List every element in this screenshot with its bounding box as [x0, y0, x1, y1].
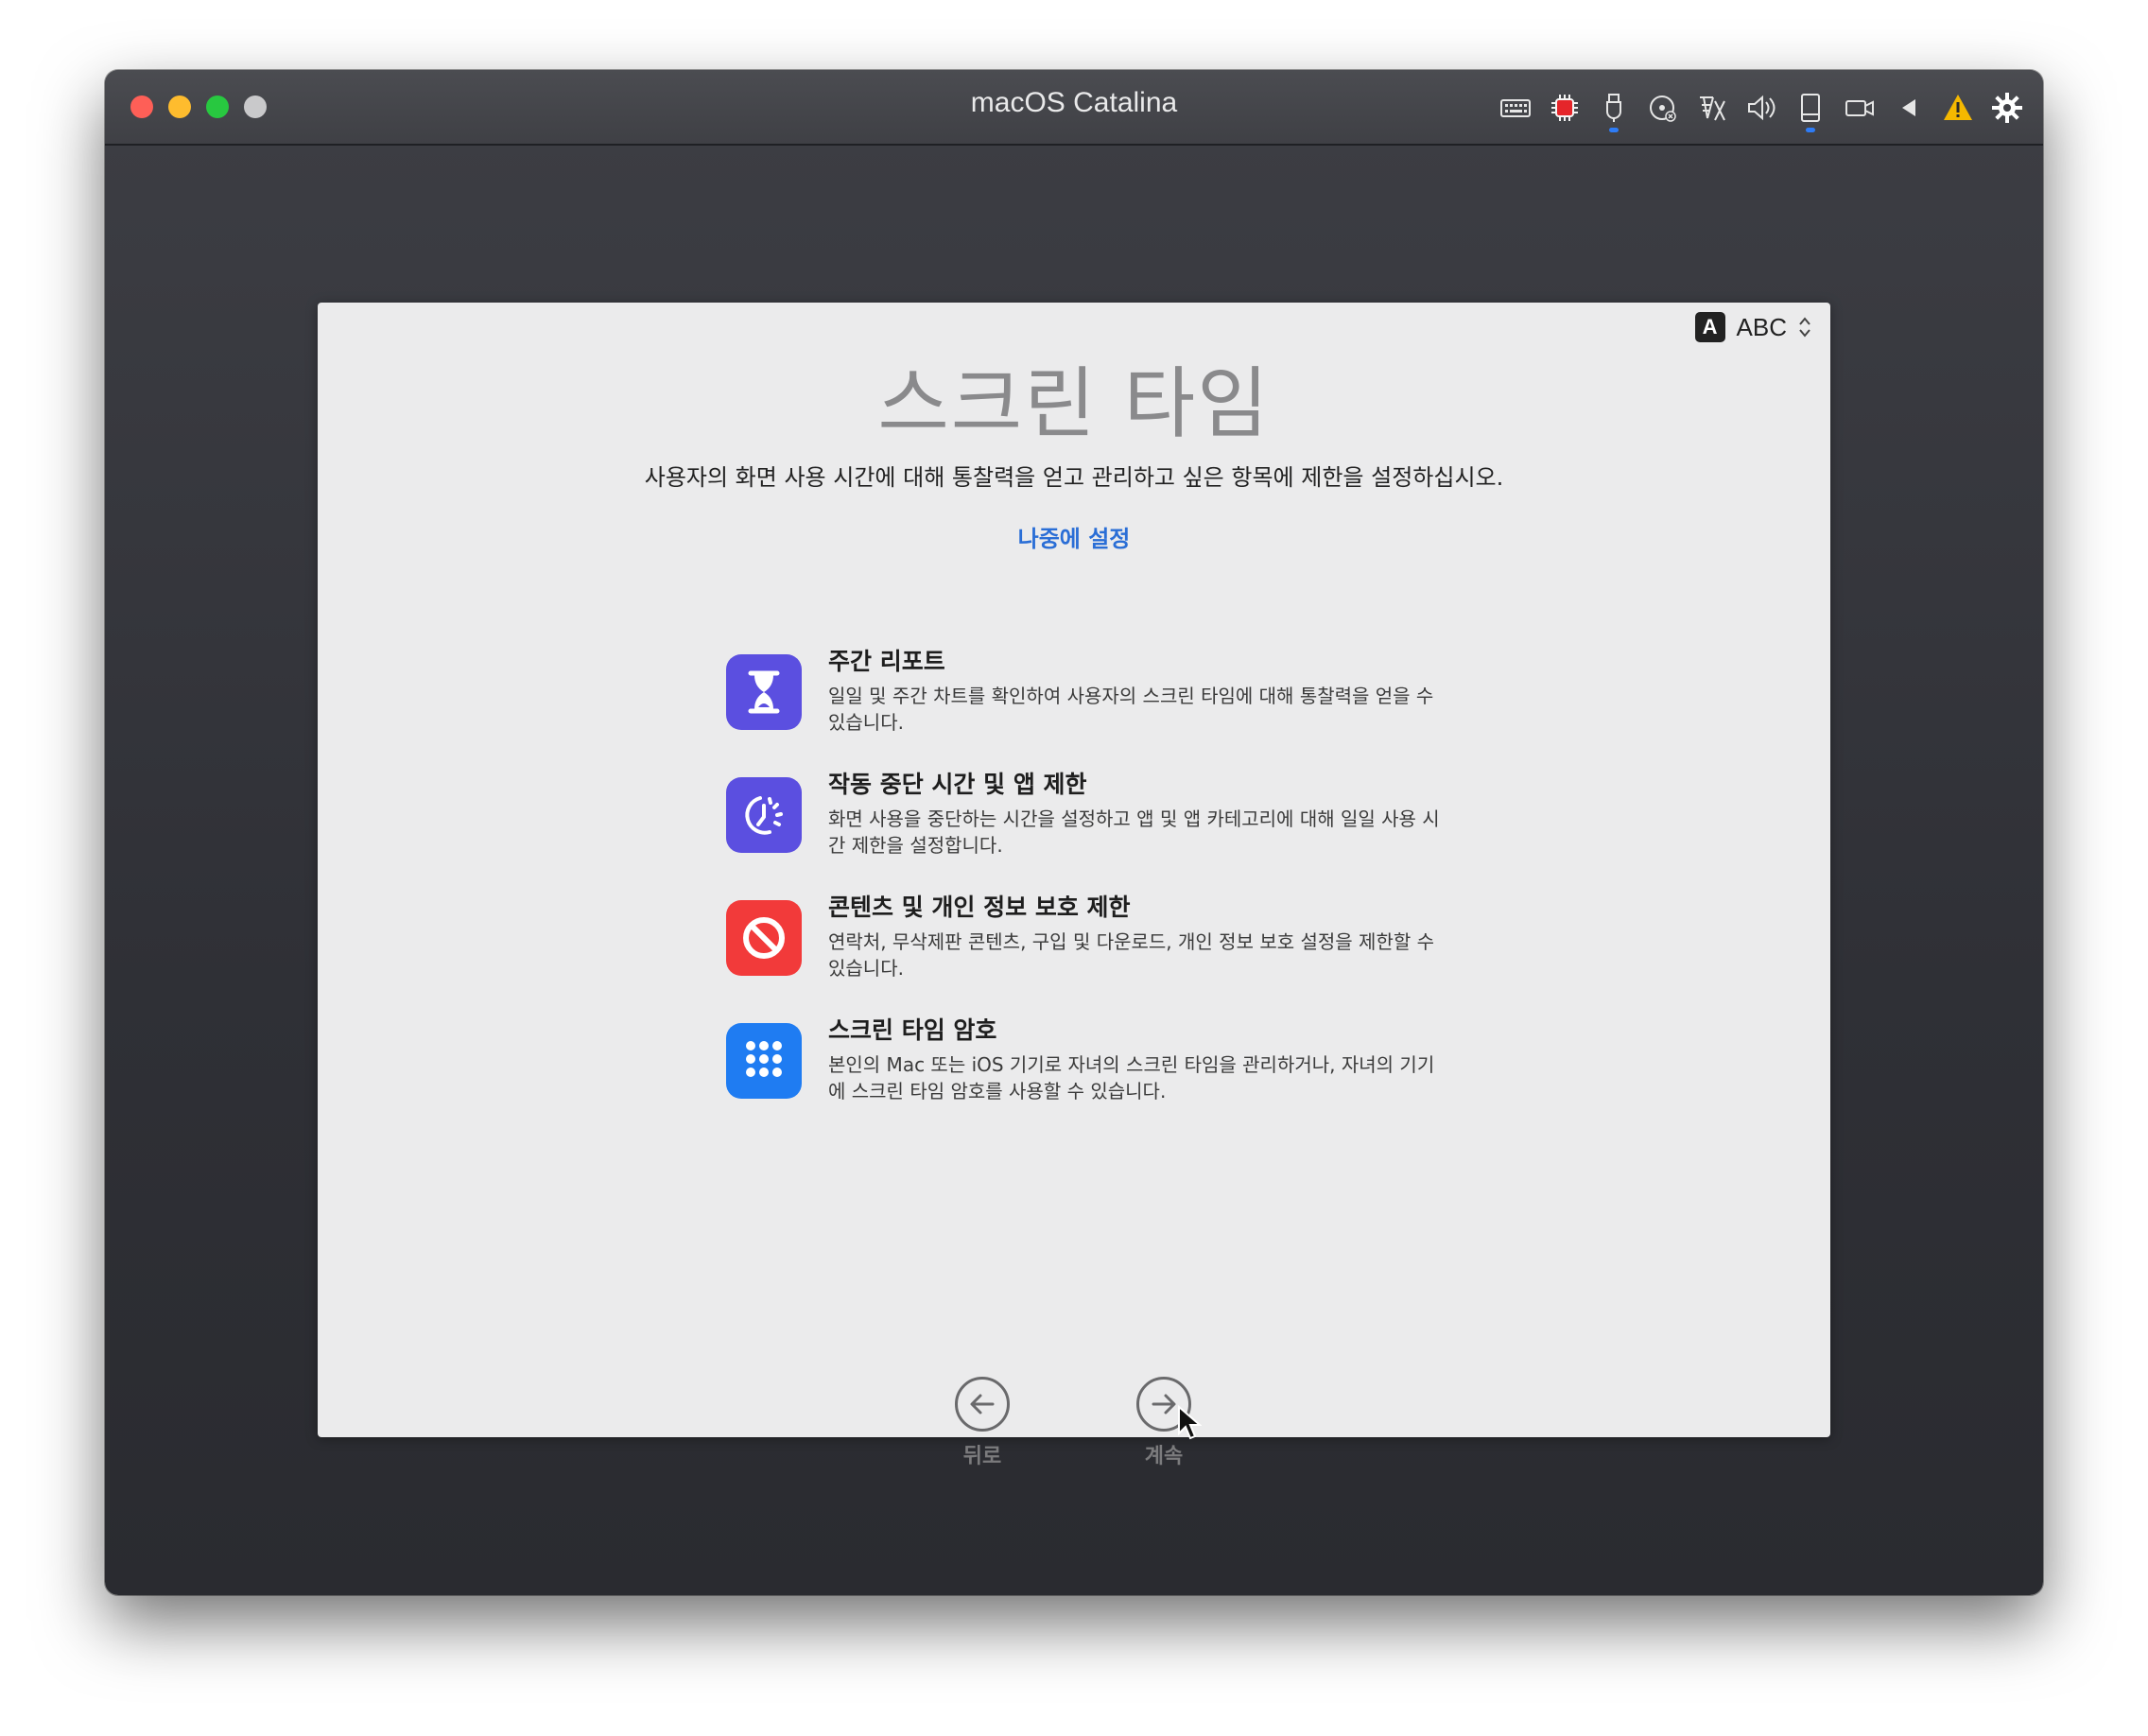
- feature-description: 일일 및 주간 차트를 확인하여 사용자의 스크린 타임에 대해 통찰력을 얻을…: [828, 685, 1434, 734]
- keyboard-icon[interactable]: [1498, 89, 1533, 127]
- volume-icon[interactable]: [1744, 89, 1778, 127]
- network-icon[interactable]: [1695, 89, 1729, 127]
- input-source-menu[interactable]: A ABC: [1694, 312, 1811, 342]
- screen-time-setup-panel: A ABC 스크린 타임 사용자의 화면 사용 시간에 대해 통찰력을 얻고 관…: [318, 303, 1830, 1468]
- feature-content-privacy: 콘텐츠 및 개인 정보 보호 제한 연락처, 무삭제판 콘텐츠, 구입 및 다운…: [724, 889, 1443, 1012]
- downtime-icon: [726, 777, 802, 853]
- cpu-icon[interactable]: [1548, 89, 1582, 127]
- feature-downtime-app-limits: 작동 중단 시간 및 앱 제한 화면 사용을 중단하는 시간을 설정하고 앱 및…: [724, 766, 1443, 889]
- back-circle: [955, 1377, 1010, 1432]
- arrow-left-icon: [970, 1394, 995, 1415]
- storage-active-indicator: [1806, 128, 1815, 132]
- back-arrow-icon[interactable]: [1892, 89, 1926, 127]
- feature-title: 콘텐츠 및 개인 정보 보호 제한: [828, 894, 1131, 921]
- page-subtitle: 사용자의 화면 사용 시간에 대해 통찰력을 얻고 관리하고 싶은 항목에 제한…: [644, 464, 1504, 491]
- vm-window: macOS Catalina A ABC 스크린 타임 사용자의 화면 사용 시…: [105, 70, 2043, 1595]
- back-button[interactable]: 뒤로: [940, 1377, 1025, 1469]
- warning-icon[interactable]: [1941, 89, 1975, 127]
- feature-weekly-report: 주간 리포트 일일 및 주간 차트를 확인하여 사용자의 스크린 타임에 대해 …: [724, 643, 1443, 766]
- feature-title: 주간 리포트: [828, 648, 945, 675]
- input-source-badge: A: [1694, 312, 1725, 342]
- vm-toolbar: [1498, 87, 2024, 132]
- feature-title: 작동 중단 시간 및 앱 제한: [828, 771, 1087, 798]
- usb-active-indicator: [1609, 128, 1619, 132]
- chevron-updown-icon: [1799, 317, 1810, 338]
- restriction-icon: [726, 900, 802, 976]
- input-source-label: ABC: [1736, 312, 1787, 341]
- arrow-right-icon: [1152, 1394, 1176, 1415]
- title-bar: macOS Catalina: [105, 70, 2043, 146]
- passcode-icon: [726, 1023, 802, 1099]
- feature-description: 연락처, 무삭제판 콘텐츠, 구입 및 다운로드, 개인 정보 보호 설정을 제…: [828, 930, 1435, 980]
- set-up-later-link[interactable]: 나중에 설정: [318, 520, 1830, 553]
- feature-description: 본인의 Mac 또는 iOS 기기로 자녀의 스크린 타임을 관리하거나, 자녀…: [828, 1053, 1435, 1102]
- hourglass-icon: [726, 654, 802, 730]
- camera-icon[interactable]: [1843, 89, 1877, 127]
- mouse-cursor-icon: [1178, 1405, 1202, 1440]
- feature-title: 스크린 타임 암호: [828, 1016, 997, 1044]
- feature-description: 화면 사용을 중단하는 시간을 설정하고 앱 및 앱 카테고리에 대해 일일 사…: [828, 807, 1440, 857]
- feature-list: 주간 리포트 일일 및 주간 차트를 확인하여 사용자의 스크린 타임에 대해 …: [724, 643, 1443, 1135]
- gear-icon[interactable]: [1990, 89, 2024, 127]
- storage-icon[interactable]: [1793, 89, 1828, 132]
- continue-label: 계속: [1144, 1445, 1184, 1468]
- back-label: 뒤로: [962, 1445, 1002, 1468]
- disk-icon[interactable]: [1646, 89, 1680, 127]
- feature-screen-time-passcode: 스크린 타임 암호 본인의 Mac 또는 iOS 기기로 자녀의 스크린 타임을…: [724, 1012, 1443, 1135]
- usb-icon[interactable]: [1597, 89, 1631, 132]
- page-title: 스크린 타임: [877, 359, 1271, 449]
